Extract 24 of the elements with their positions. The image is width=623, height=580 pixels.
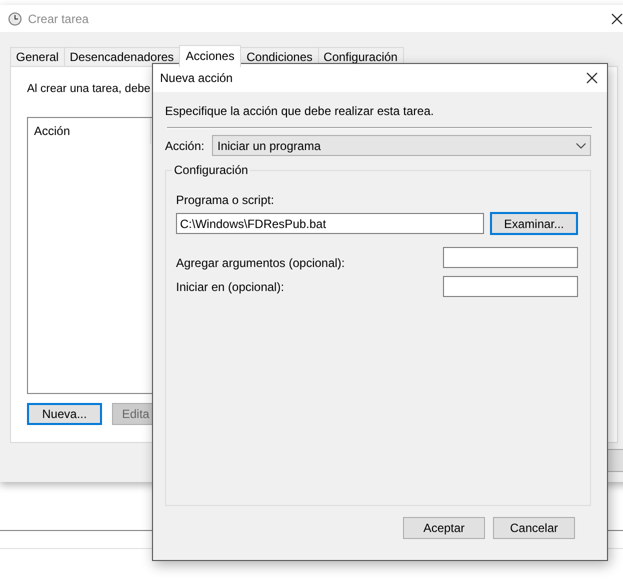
tab[interactable]: General	[10, 47, 65, 67]
column-header[interactable]: Acción	[28, 118, 151, 144]
input-field[interactable]: C:\Windows\FDResPub.bat	[176, 213, 484, 234]
field-label: Iniciar en (opcional):	[176, 280, 284, 294]
window-title: Crear tarea	[28, 12, 90, 26]
input-field[interactable]	[443, 276, 578, 297]
field-label: Programa o script:	[176, 193, 276, 207]
close-icon[interactable]	[586, 72, 598, 84]
browse-button[interactable]: Examinar...	[490, 212, 578, 235]
field-label: Agregar argumentos (opcional):	[176, 255, 345, 270]
dialog-title: Nueva acción	[160, 71, 234, 85]
dialog-button[interactable]: Aceptar	[403, 517, 485, 539]
dialog-button[interactable]: Cancelar	[493, 517, 575, 539]
group-legend: Configuración	[172, 163, 250, 177]
close-icon[interactable]	[611, 12, 623, 24]
chevron-icon	[576, 142, 586, 148]
clock-icon	[8, 12, 22, 26]
input-field[interactable]	[443, 246, 578, 268]
tab[interactable]: Acciones	[178, 45, 242, 67]
intro-text: Al crear una tarea, debe	[27, 83, 150, 95]
instruction-text: Especifique la acción que debe realizar esta tarea.	[165, 104, 435, 118]
action-dropdown[interactable]: Iniciar un programa	[212, 135, 591, 156]
dialog-button[interactable]	[607, 449, 623, 472]
list-action-button[interactable]: Nueva...	[27, 403, 102, 425]
